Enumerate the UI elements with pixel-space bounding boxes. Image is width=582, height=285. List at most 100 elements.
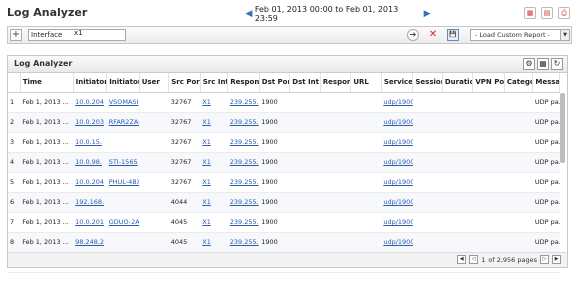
column-header[interactable]: User bbox=[139, 73, 170, 93]
table-cell bbox=[504, 172, 533, 193]
table-cell[interactable]: 239.255. bbox=[227, 172, 260, 193]
table-cell[interactable]: X1 bbox=[200, 132, 228, 153]
column-header[interactable]: Dst Port bbox=[259, 73, 291, 93]
table-cell[interactable]: udp/1900 bbox=[381, 212, 413, 233]
table-cell[interactable]: X1 bbox=[200, 92, 228, 113]
table-cell[interactable]: STI-1565 bbox=[106, 152, 140, 173]
table-row[interactable]: 4 Feb 1, 2013 ... 10.0.98. STI-1565 32767 X1 2… bbox=[8, 152, 560, 173]
table-cell[interactable]: X1 bbox=[200, 172, 228, 193]
vertical-scrollbar[interactable] bbox=[560, 93, 565, 163]
table-cell[interactable]: X1 bbox=[200, 112, 228, 133]
column-header[interactable] bbox=[8, 73, 21, 93]
column-header[interactable]: Dst Int bbox=[289, 73, 321, 93]
calendar-icon[interactable]: ▦ bbox=[524, 7, 536, 19]
table-cell: 6 bbox=[8, 192, 21, 213]
column-header[interactable]: VPN Policy bbox=[472, 73, 505, 93]
column-header[interactable]: URL bbox=[350, 73, 382, 93]
table-cell[interactable]: 239.255. bbox=[227, 152, 260, 173]
table-cell[interactable]: 98.248.2 bbox=[73, 232, 107, 253]
table-cell[interactable]: X1 bbox=[200, 192, 228, 213]
last-page-icon[interactable]: ▶ bbox=[552, 255, 561, 264]
table-cell[interactable]: 239.255. bbox=[227, 132, 260, 153]
table-cell bbox=[442, 112, 473, 133]
table-cell bbox=[320, 132, 351, 153]
table-row[interactable]: 3 Feb 1, 2013 ... 10.0.15. 32767 X1 239.255. 1… bbox=[8, 132, 560, 153]
table-cell: 32767 bbox=[168, 132, 201, 153]
table-cell[interactable]: 10.0.203 bbox=[73, 112, 107, 133]
table-cell[interactable]: udp/1900 bbox=[381, 112, 413, 133]
add-filter-button[interactable]: + bbox=[10, 29, 22, 41]
table-cell[interactable]: 239.255. bbox=[227, 192, 260, 213]
refresh-icon[interactable]: ↻ bbox=[551, 58, 563, 70]
load-report-select[interactable]: - Load Custom Report - ▼ bbox=[470, 29, 570, 41]
clear-filter-button[interactable]: ✕ bbox=[426, 29, 440, 41]
table-cell[interactable]: X1 bbox=[200, 212, 228, 233]
table-cell[interactable]: udp/1900 bbox=[381, 152, 413, 173]
table-cell bbox=[472, 192, 505, 213]
column-header[interactable]: Time bbox=[20, 73, 74, 93]
column-header[interactable]: Duration bbox=[442, 73, 474, 93]
table-cell[interactable]: udp/1900 bbox=[381, 172, 413, 193]
current-page[interactable]: 1 bbox=[481, 256, 485, 264]
table-cell[interactable]: 239.255. bbox=[227, 212, 260, 233]
next-date-arrow-icon[interactable]: ▶ bbox=[421, 7, 433, 21]
table-cell[interactable]: udp/1900 bbox=[381, 232, 413, 253]
table-cell[interactable]: X1 bbox=[200, 232, 228, 253]
table-cell: 32767 bbox=[168, 172, 201, 193]
table-cell[interactable]: udp/1900 bbox=[381, 192, 413, 213]
column-header[interactable]: Src Port bbox=[168, 73, 201, 93]
table-cell bbox=[504, 212, 533, 233]
table-cell[interactable]: 239.255. bbox=[227, 112, 260, 133]
table-row[interactable]: 2Feb 1, 2013 ...10.0.203RFAR2ZAC 32767X12… bbox=[8, 112, 560, 133]
table-row[interactable]: 7 Feb 1, 2013 ... 10.0.201 GDUO-2A 4045 X1 239… bbox=[8, 212, 560, 233]
table-row[interactable]: 6 Feb 1, 2013 ... 192.168. 4044 X1 239.255. 19… bbox=[8, 192, 560, 213]
table-cell[interactable]: PHUL-4BX bbox=[106, 172, 140, 193]
prev-date-arrow-icon[interactable]: ◀ bbox=[243, 7, 255, 21]
table-cell[interactable]: 239.255. bbox=[227, 92, 260, 113]
column-header[interactable]: Responder bbox=[320, 73, 352, 93]
first-page-icon[interactable]: ◀ bbox=[457, 255, 467, 264]
grid-view-icon[interactable]: ▦ bbox=[537, 58, 549, 70]
date-range-text[interactable]: Feb 01, 2013 00:00 to Feb 01, 2013 23:59 bbox=[255, 5, 421, 23]
column-header[interactable]: Message bbox=[532, 73, 560, 93]
column-header[interactable]: Responder bbox=[227, 73, 260, 93]
print-icon[interactable]: ⎙ bbox=[558, 7, 570, 19]
save-filter-button[interactable]: 💾 bbox=[447, 29, 459, 41]
column-header[interactable]: Src Int bbox=[200, 73, 229, 93]
table-cell: Feb 1, 2013 ... bbox=[20, 152, 74, 173]
table-cell[interactable]: GDUO-2A bbox=[106, 212, 140, 233]
table-cell[interactable]: 192.168. bbox=[73, 192, 107, 213]
settings-gear-icon[interactable]: ⚙ bbox=[523, 58, 535, 70]
table-cell[interactable]: 10.0.98. bbox=[73, 152, 107, 173]
table-row[interactable]: 8 Feb 1, 2013 ... 98.248.2 4045 X1 239.255. 19… bbox=[8, 232, 560, 253]
table-row[interactable]: 1 Feb 1, 2013 ... 10.0.204 VSOMASI 32767 X1 23… bbox=[8, 92, 560, 113]
table-cell[interactable]: 239.255. bbox=[227, 232, 260, 253]
table-cell: Feb 1, 2013 ... bbox=[20, 112, 74, 133]
column-header[interactable]: Initiator bbox=[73, 73, 108, 93]
column-header[interactable]: Service bbox=[381, 73, 414, 93]
table-cell: UDP pa... bbox=[532, 232, 560, 253]
table-cell bbox=[289, 92, 321, 113]
prev-page-icon[interactable]: ◁ bbox=[469, 255, 479, 264]
table-cell[interactable]: RFAR2ZAC bbox=[106, 112, 140, 133]
table-cell bbox=[139, 112, 169, 133]
pdf-export-icon[interactable]: ▤ bbox=[541, 7, 553, 19]
table-cell[interactable]: VSOMASI bbox=[106, 92, 140, 113]
column-header[interactable]: Initiator bbox=[106, 73, 140, 93]
table-cell[interactable]: X1 bbox=[200, 152, 228, 173]
table-cell[interactable]: udp/1900 bbox=[381, 132, 413, 153]
filter-value[interactable]: x1 bbox=[74, 29, 83, 37]
table-cell bbox=[504, 132, 533, 153]
table-cell[interactable]: 10.0.204 bbox=[73, 92, 107, 113]
table-cell[interactable]: 10.0.204 bbox=[73, 172, 107, 193]
next-page-icon[interactable]: ▷ bbox=[540, 255, 549, 264]
table-cell[interactable]: udp/1900 bbox=[381, 92, 413, 113]
table-cell bbox=[320, 172, 351, 193]
column-header[interactable]: Session bbox=[412, 73, 443, 93]
table-row[interactable]: 5 Feb 1, 2013 ... 10.0.204 PHUL-4BX 32767 X1 2… bbox=[8, 172, 560, 193]
table-cell: Feb 1, 2013 ... bbox=[20, 132, 74, 153]
table-cell[interactable]: 10.0.201 bbox=[73, 212, 107, 233]
table-cell[interactable]: 10.0.15. bbox=[73, 132, 107, 153]
apply-filter-button[interactable]: ➔ bbox=[407, 29, 419, 41]
column-header[interactable]: Category bbox=[504, 73, 534, 93]
